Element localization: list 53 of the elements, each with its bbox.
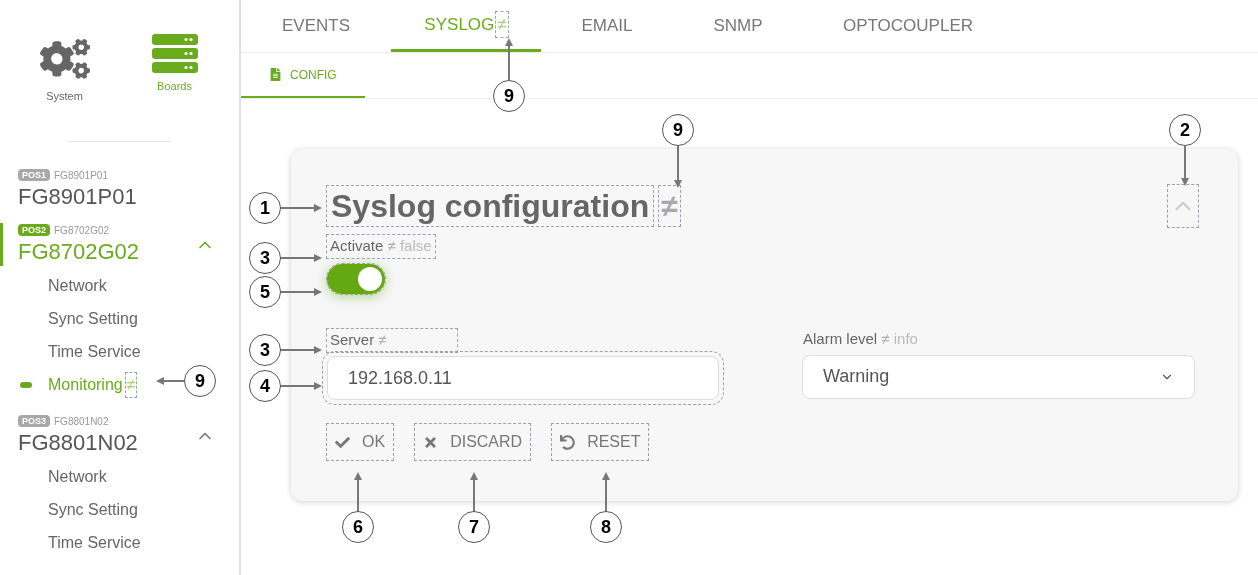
board-name[interactable]: FG8901P01 [18, 182, 215, 211]
collapse-button[interactable] [1168, 185, 1198, 227]
tab[interactable]: SNMP [673, 0, 803, 52]
nav-item[interactable]: Boards [134, 34, 215, 105]
callout-number: 7 [458, 511, 490, 543]
action-button[interactable]: DISCARD [415, 424, 531, 460]
position-badge: POS3 [18, 415, 50, 427]
subtab[interactable]: CONFIG [241, 53, 365, 98]
document-icon [269, 68, 282, 81]
callout-number: 2 [1169, 114, 1201, 146]
nav-item[interactable]: System [24, 34, 105, 105]
board-code: FG8702G02 [54, 223, 110, 238]
callout-number: 8 [590, 511, 622, 543]
sidebar-item[interactable]: Time Service [48, 531, 141, 555]
undo-icon [560, 434, 576, 450]
callout-number: 5 [249, 276, 281, 308]
callout-number: 4 [249, 370, 281, 402]
callout-number: 3 [249, 334, 281, 366]
sidebar-item[interactable]: Monitoring [48, 373, 123, 397]
server-icon [151, 34, 198, 74]
board-code: FG8901P01 [54, 168, 108, 183]
tab[interactable]: EVENTS [241, 0, 391, 52]
board-name[interactable]: FG8702G02 [18, 237, 195, 266]
callout-number: 3 [249, 242, 281, 274]
field-label: Server ≠ [327, 329, 457, 352]
card-title: Syslog configuration [327, 186, 654, 226]
tab[interactable]: EMAIL [541, 0, 673, 52]
position-badge: POS2 [18, 224, 50, 236]
callout-number: 9 [662, 114, 694, 146]
callout-number: 9 [184, 365, 216, 397]
action-button[interactable]: RESET [552, 424, 649, 460]
tab[interactable]: OPTOCOUPLER [803, 0, 1013, 52]
field-label: Activate ≠ false [327, 235, 435, 258]
sidebar-item[interactable]: Network [48, 274, 107, 298]
check-icon [335, 434, 350, 450]
callout-number: 6 [342, 511, 374, 543]
sidebar-item[interactable]: Sync Setting [48, 498, 138, 522]
toggle-switch[interactable] [327, 264, 385, 294]
change-mark: ≠ [125, 373, 137, 397]
position-badge: POS1 [18, 169, 50, 181]
callout-number: 9 [493, 80, 525, 112]
action-button[interactable]: OK [327, 424, 394, 460]
sidebar-item[interactable]: Sync Setting [48, 307, 138, 331]
tab[interactable]: SYSLOG ≠ [391, 0, 541, 52]
field-label: Alarm level ≠ info [802, 329, 919, 349]
sidebar-item[interactable]: Time Service [48, 340, 141, 364]
change-mark: ≠ [496, 11, 508, 38]
board-name[interactable]: FG8801N02 [18, 428, 195, 457]
board-code: FG8801N02 [54, 414, 109, 429]
sidebar-item[interactable]: Network [48, 465, 107, 489]
callout-number: 1 [249, 192, 281, 224]
change-mark: ≠ [659, 186, 680, 226]
alarm-level-select[interactable]: Warning [802, 354, 1195, 399]
